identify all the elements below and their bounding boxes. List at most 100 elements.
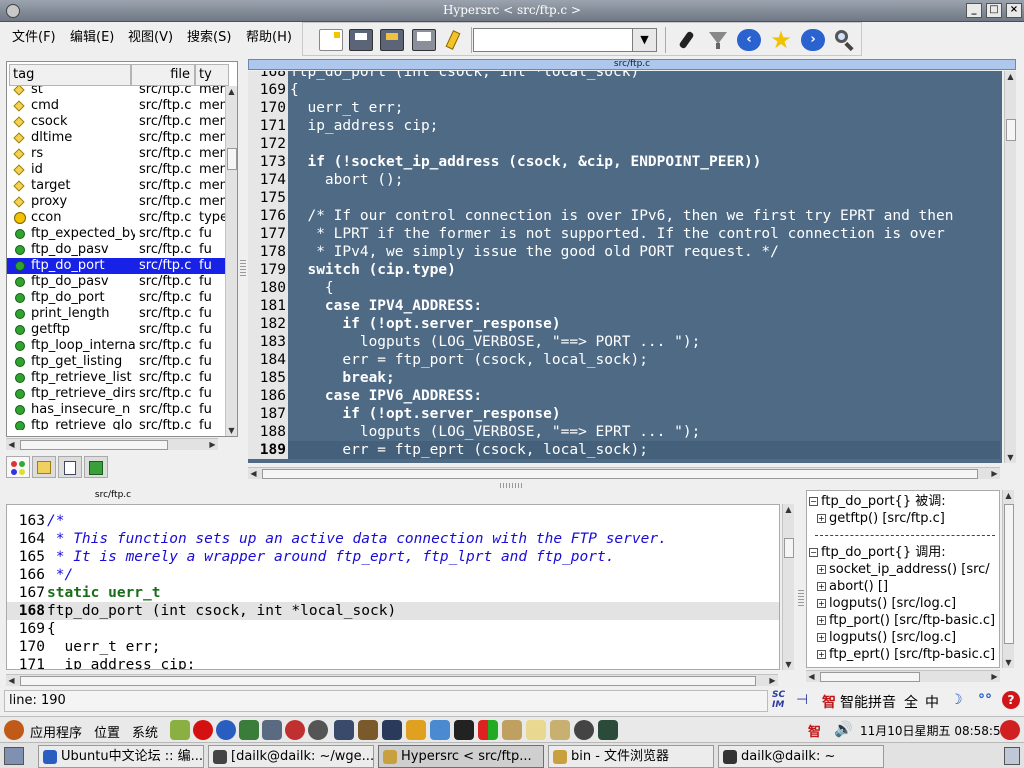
- scroll-thumb[interactable]: [20, 440, 168, 450]
- code-line[interactable]: 189 err = ftp_eprt (csock, local_sock);: [248, 441, 1000, 459]
- pane-splitter[interactable]: [798, 590, 804, 608]
- launcher-bug-icon[interactable]: [574, 720, 594, 740]
- tag-row[interactable]: ftp_expected_by src/ftp.c fu: [7, 226, 227, 242]
- tag-row[interactable]: csock src/ftp.c mem: [7, 114, 227, 130]
- tag-row[interactable]: ftp_get_listing src/ftp.c fu: [7, 354, 227, 370]
- code-line[interactable]: 184 err = ftp_port (csock, local_sock);: [248, 351, 1000, 369]
- tag-row[interactable]: ftp_do_port src/ftp.c fu: [7, 290, 227, 306]
- code-line[interactable]: 183 logputs (LOG_VERBOSE, "==> PORT ... …: [248, 333, 1000, 351]
- punctuation-icon[interactable]: °°: [978, 692, 992, 708]
- launcher-system-monitor-icon[interactable]: [382, 720, 402, 740]
- code-line[interactable]: 180 {: [248, 279, 1000, 297]
- callee-item[interactable]: + logputs() [src/log.c]: [817, 629, 956, 646]
- scroll-up-icon[interactable]: ▲: [1005, 71, 1016, 82]
- smart-pinyin-icon[interactable]: 智: [822, 692, 836, 712]
- code-line[interactable]: 166 */: [7, 566, 779, 584]
- show-desktop-icon[interactable]: [4, 747, 24, 765]
- caller-item[interactable]: + getftp() [src/ftp.c]: [817, 510, 945, 527]
- launcher-opera-icon[interactable]: [193, 720, 213, 740]
- tag-row[interactable]: st src/ftp.c mem: [7, 86, 227, 98]
- tab-src-ftp-c[interactable]: src/ftp.c: [248, 59, 1016, 70]
- language-toggle[interactable]: 中: [925, 692, 939, 712]
- code-editor-bottom[interactable]: 163/* 164 * This function sets up an acti…: [6, 504, 780, 670]
- back-icon[interactable]: ‹: [737, 29, 761, 51]
- zoom-search-icon[interactable]: [833, 29, 857, 52]
- tab-grid[interactable]: [84, 456, 108, 478]
- call-tree-hscrollbar[interactable]: ◀ ▶: [806, 670, 1000, 682]
- expander-icon[interactable]: +: [817, 565, 826, 574]
- edit-icon[interactable]: [443, 29, 467, 51]
- scroll-up-icon[interactable]: ▲: [1003, 490, 1014, 501]
- scroll-left-icon[interactable]: ◀: [6, 439, 17, 450]
- menu-file[interactable]: 文件(F): [12, 26, 56, 45]
- launcher-book-icon[interactable]: [358, 720, 378, 740]
- new-file-icon[interactable]: [319, 29, 343, 51]
- expander-icon[interactable]: −: [809, 497, 818, 506]
- launcher-chat-icon[interactable]: [406, 720, 426, 740]
- notification-icon[interactable]: 智: [808, 721, 821, 740]
- tag-row[interactable]: ccon src/ftp.c type: [7, 210, 227, 226]
- expander-icon[interactable]: +: [817, 599, 826, 608]
- menu-places[interactable]: 位置: [94, 722, 120, 741]
- scroll-down-icon[interactable]: ▼: [1003, 657, 1014, 668]
- code-line[interactable]: 176 /* If our control connection is over…: [248, 207, 1000, 225]
- callees-header[interactable]: − ftp_do_port{} 调用:: [809, 544, 946, 561]
- launcher-network-icon[interactable]: [239, 720, 259, 740]
- taskbar-button[interactable]: Ubuntu中文论坛 :: 编...: [38, 745, 204, 768]
- launcher-people-icon[interactable]: [430, 720, 450, 740]
- taskbar-button[interactable]: bin - 文件浏览器: [548, 745, 714, 768]
- tag-row[interactable]: getftp src/ftp.c fu: [7, 322, 227, 338]
- tag-list-hscrollbar[interactable]: ◀ ▶: [6, 438, 218, 450]
- tag-row[interactable]: cmd src/ftp.c mem: [7, 98, 227, 114]
- symbol-search-combo[interactable]: ▼: [473, 28, 657, 52]
- chevron-down-icon[interactable]: ▼: [632, 29, 656, 51]
- callee-item[interactable]: + logputs() [src/log.c]: [817, 595, 956, 612]
- code-line[interactable]: 172: [248, 135, 1000, 153]
- expander-icon[interactable]: +: [817, 650, 826, 659]
- scroll-left-icon[interactable]: ◀: [248, 468, 259, 479]
- logout-icon[interactable]: [1000, 720, 1020, 740]
- usb-key-icon[interactable]: [675, 29, 699, 51]
- launcher-screen-icon[interactable]: [598, 720, 618, 740]
- gnome-foot-icon[interactable]: [4, 720, 24, 740]
- code-line[interactable]: 169{: [7, 620, 779, 638]
- code-line[interactable]: 178 * IPv4, we simply issue the good old…: [248, 243, 1000, 261]
- code-line[interactable]: 173 if (!socket_ip_address (csock, &cip,…: [248, 153, 1000, 171]
- save-as-icon[interactable]: [380, 29, 404, 51]
- launcher-clock-icon[interactable]: [285, 720, 305, 740]
- menu-system[interactable]: 系统: [132, 722, 158, 741]
- call-tree-vscrollbar[interactable]: ▲ ▼: [1002, 490, 1014, 668]
- ime-mode[interactable]: 智能拼音: [840, 692, 896, 712]
- scroll-thumb[interactable]: [227, 148, 237, 170]
- code-top-vscrollbar[interactable]: ▲ ▼: [1004, 71, 1016, 463]
- code-line[interactable]: 168 ftp_do_port (int csock, int *local_so…: [7, 602, 779, 620]
- code-top-hscrollbar[interactable]: ◀ ▶: [248, 467, 1000, 479]
- code-line[interactable]: 177 * LPRT if the former is not supporte…: [248, 225, 1000, 243]
- fullwidth-toggle[interactable]: 全: [904, 692, 918, 712]
- taskbar-button[interactable]: Hypersrc < src/ftp...: [378, 745, 544, 768]
- expander-icon[interactable]: +: [817, 582, 826, 591]
- scroll-thumb[interactable]: [262, 469, 978, 479]
- tag-row[interactable]: dltime src/ftp.c mem: [7, 130, 227, 146]
- scroll-thumb[interactable]: [20, 676, 756, 686]
- pin-icon[interactable]: ⊣: [796, 692, 808, 708]
- tag-row[interactable]: ftp_do_pasv src/ftp.c fu: [7, 242, 227, 258]
- launcher-tool-icon[interactable]: [170, 720, 190, 740]
- expander-icon[interactable]: −: [809, 548, 818, 557]
- expander-icon[interactable]: +: [817, 514, 826, 523]
- tag-row[interactable]: ftp_do_pasv src/ftp.c fu: [7, 274, 227, 290]
- tag-row[interactable]: ftp_loop_interna src/ftp.c fu: [7, 338, 227, 354]
- forward-icon[interactable]: ›: [801, 29, 825, 51]
- tag-row[interactable]: has_insecure_n src/ftp.c fu: [7, 402, 227, 418]
- scroll-left-icon[interactable]: ◀: [6, 675, 17, 686]
- tab-symbols[interactable]: [6, 456, 30, 478]
- scroll-down-icon[interactable]: ▼: [783, 659, 794, 670]
- code-line[interactable]: 167 static uerr_t: [7, 584, 779, 602]
- launcher-terminal-icon[interactable]: [454, 720, 474, 740]
- code-line[interactable]: 174 abort ();: [248, 171, 1000, 189]
- code-line[interactable]: 170 uerr_t err;: [248, 99, 1000, 117]
- taskbar-button[interactable]: dailk@dailk: ~: [718, 745, 884, 768]
- launcher-xchat-icon[interactable]: [502, 720, 522, 740]
- bookmark-star-icon[interactable]: ★: [769, 28, 793, 52]
- scroll-right-icon[interactable]: ▶: [989, 671, 1000, 682]
